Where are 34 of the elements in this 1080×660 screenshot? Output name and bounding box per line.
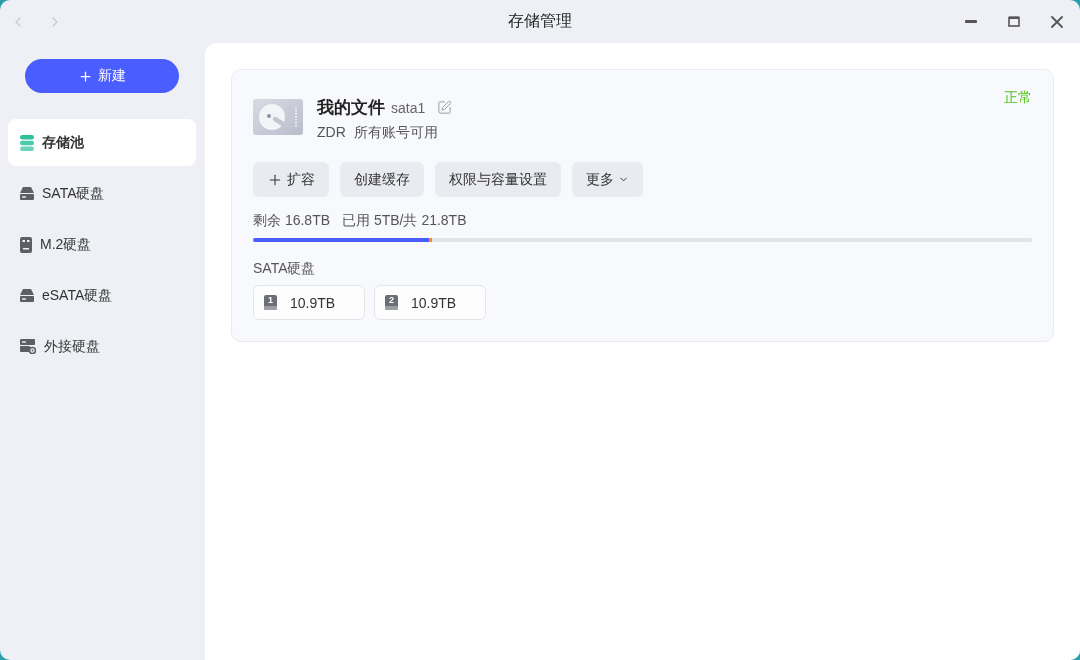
raid-type: ZDR	[317, 124, 346, 142]
server-icon	[20, 339, 36, 354]
maximize-icon	[1008, 16, 1020, 27]
hard-drive-icon	[253, 99, 303, 135]
minimize-icon	[965, 20, 977, 23]
device-name: sata1	[391, 99, 426, 116]
action-button[interactable]: 权限与容量设置	[435, 162, 561, 197]
disk-group-label: SATA硬盘	[253, 260, 317, 278]
drive-icon	[20, 289, 34, 302]
sidebar-item[interactable]: eSATA硬盘	[8, 272, 196, 319]
used-space-text: 已用 5TB/共 21.8TB	[342, 212, 467, 230]
action-button[interactable]: 创建缓存	[340, 162, 424, 197]
window-title: 存储管理	[508, 11, 572, 31]
drive-icon	[20, 187, 34, 200]
disk-item[interactable]: 1 10.9TB	[253, 285, 365, 320]
new-button[interactable]: 新建	[25, 59, 179, 93]
disk-item[interactable]: 2 10.9TB	[374, 285, 486, 320]
module-icon	[20, 236, 32, 253]
sidebar-item[interactable]: 外接硬盘	[8, 323, 196, 370]
plus-icon	[78, 68, 93, 84]
status-text: 正常	[1004, 89, 1032, 107]
edit-icon	[437, 100, 453, 115]
drive-slot-icon: 2	[385, 295, 398, 310]
close-icon	[1051, 15, 1063, 28]
sidebar-item[interactable]: 存储池	[8, 119, 196, 166]
action-button[interactable]: 更多	[572, 162, 643, 197]
action-button[interactable]: 扩容	[253, 162, 329, 197]
sidebar-item[interactable]: M.2硬盘	[8, 221, 196, 268]
pool-name: 我的文件	[317, 97, 385, 119]
free-space-text: 剩余 16.8TB	[253, 212, 331, 230]
drive-slot-icon: 1	[264, 295, 277, 310]
database-icon	[20, 134, 34, 151]
access-text: 所有账号可用	[353, 124, 438, 142]
sidebar-item[interactable]: SATA硬盘	[8, 170, 196, 217]
